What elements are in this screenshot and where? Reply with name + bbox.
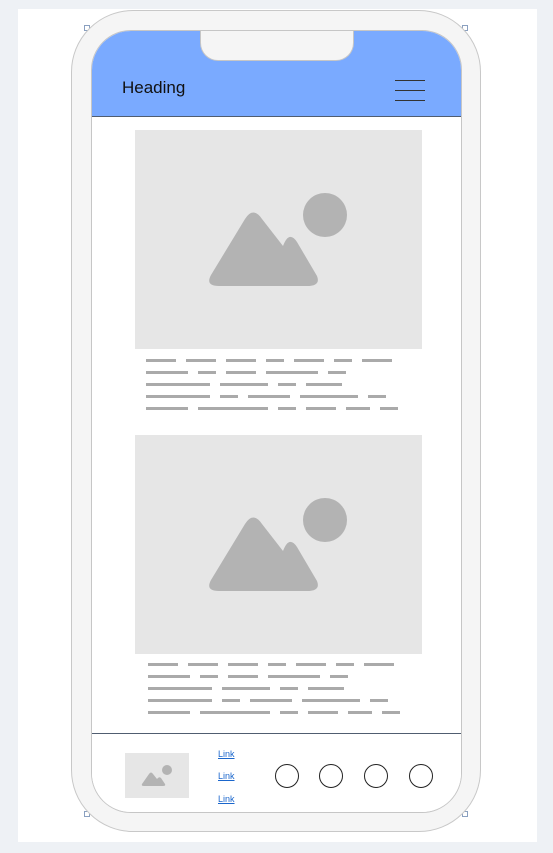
image-placeholder-icon [135, 435, 422, 654]
circle-button[interactable] [364, 764, 388, 788]
footer-link[interactable]: Link [218, 749, 235, 760]
hamburger-menu-icon[interactable] [395, 80, 425, 102]
circle-button[interactable] [409, 764, 433, 788]
circle-button[interactable] [275, 764, 299, 788]
image-placeholder-icon [125, 753, 189, 798]
image-placeholder-icon [135, 130, 422, 349]
page-heading: Heading [122, 78, 186, 97]
app-footer: Link Link Link [92, 733, 461, 812]
text-placeholder [146, 359, 406, 419]
circle-button[interactable] [319, 764, 343, 788]
phone-notch [200, 31, 354, 61]
text-placeholder [148, 663, 408, 723]
footer-link[interactable]: Link [218, 794, 235, 805]
footer-link[interactable]: Link [218, 771, 235, 782]
phone-screen: Heading Link Link Link [91, 30, 462, 813]
